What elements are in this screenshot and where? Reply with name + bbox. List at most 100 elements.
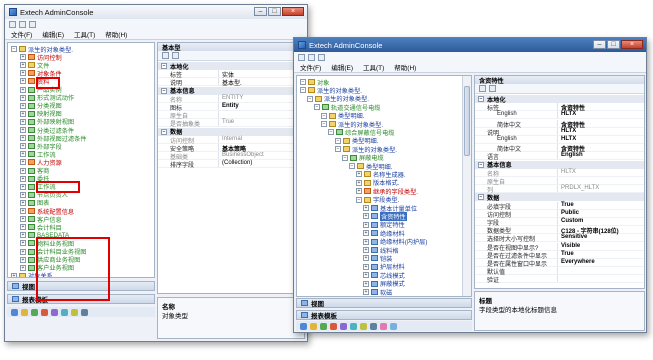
collapse-toggle-icon[interactable]: −	[478, 194, 484, 201]
tree-node[interactable]: + 含资特性	[363, 211, 407, 221]
expand-toggle-icon[interactable]: +	[20, 264, 26, 271]
expand-toggle-icon[interactable]: −	[349, 163, 355, 169]
expand-toggle-icon[interactable]: +	[20, 167, 26, 174]
expand-toggle-icon[interactable]: +	[20, 86, 26, 93]
tag-icon[interactable]	[41, 308, 48, 316]
property-value[interactable]	[557, 275, 644, 283]
expand-toggle-icon[interactable]: +	[363, 205, 369, 211]
close-button[interactable]: ×	[282, 7, 304, 16]
property-value[interactable]: 含资特性	[557, 103, 644, 112]
tree-node[interactable]: + 名称生成器.	[356, 170, 406, 179]
property-value[interactable]	[218, 111, 304, 119]
property-row[interactable]: 标签 实体	[158, 70, 304, 79]
grid-icon[interactable]	[370, 322, 377, 330]
grid-icon[interactable]	[81, 308, 88, 316]
property-value[interactable]: 含资特性	[557, 119, 644, 129]
property-row[interactable]: 访问控制 Public	[475, 209, 644, 219]
delete-icon[interactable]	[29, 20, 36, 28]
tree-node[interactable]: − 综合屏蔽信号电缆	[328, 128, 395, 137]
property-row[interactable]: 安全策略 基本策略	[158, 144, 304, 153]
expand-toggle-icon[interactable]: −	[321, 121, 327, 127]
property-row[interactable]: 数据类型 C128 - 字符串(128位)	[475, 226, 644, 235]
property-value[interactable]: BusinessObject	[218, 152, 304, 160]
tag-icon[interactable]	[330, 322, 337, 330]
property-row[interactable]: 原生自	[158, 111, 304, 120]
property-value[interactable]: HLTX	[557, 136, 644, 143]
property-grid[interactable]: 基本型 − 本地化 标签 实体 说明 基本型. − 基本信息 名称 ENTITY 图标 Entity 原…	[157, 42, 305, 294]
collapse-toggle-icon[interactable]: −	[478, 96, 484, 102]
gear-icon[interactable]	[340, 322, 347, 330]
tree-node[interactable]: − 派生的对象类型.	[335, 145, 397, 154]
property-category[interactable]: − 基本信息	[158, 86, 304, 95]
tree-node[interactable]: + 屏蔽模式	[363, 280, 405, 288]
expand-toggle-icon[interactable]: +	[20, 183, 26, 190]
property-value[interactable]: Entity	[218, 103, 304, 110]
expand-toggle-icon[interactable]: −	[335, 137, 341, 144]
expand-toggle-icon[interactable]: +	[363, 255, 369, 262]
property-row[interactable]: 图标 Entity	[158, 103, 304, 112]
tree-node[interactable]: − 轨道交通信号电缆	[314, 103, 381, 112]
view-panel-header[interactable]: 视图	[296, 298, 472, 308]
expand-toggle-icon[interactable]: +	[20, 232, 26, 239]
close-button[interactable]: ×	[621, 40, 643, 49]
expand-toggle-icon[interactable]: +	[20, 240, 26, 247]
expand-toggle-icon[interactable]: +	[20, 78, 26, 85]
property-value[interactable]: 实体	[218, 70, 304, 79]
collapse-toggle-icon[interactable]: −	[478, 161, 484, 168]
property-value[interactable]: True	[557, 250, 644, 258]
collapse-toggle-icon[interactable]: −	[161, 63, 167, 69]
property-value[interactable]: True	[218, 119, 304, 127]
expand-toggle-icon[interactable]: −	[321, 112, 327, 119]
maximize-button[interactable]: □	[268, 7, 281, 16]
tree-node[interactable]: − 派生的对象类型.	[300, 86, 362, 95]
property-category[interactable]: − 本地化	[158, 62, 304, 71]
property-value[interactable]: 基本策略	[218, 144, 304, 153]
collapse-toggle-icon[interactable]: −	[161, 87, 167, 94]
property-row[interactable]: 验证	[475, 275, 644, 284]
expand-toggle-icon[interactable]: −	[356, 196, 362, 203]
expand-toggle-icon[interactable]: −	[300, 79, 306, 85]
save-icon[interactable]	[19, 20, 26, 28]
expand-toggle-icon[interactable]: +	[20, 199, 26, 206]
tree-node[interactable]: + 芯线模式	[363, 271, 405, 280]
property-category[interactable]: − 数据	[475, 193, 644, 202]
property-value[interactable]: PRDLX_HLTX	[557, 185, 644, 193]
window-title-bar[interactable]: Extech AdminConsole – □ ×	[5, 5, 307, 19]
expand-toggle-icon[interactable]: +	[20, 102, 26, 109]
menu-help[interactable]: 帮助(H)	[394, 62, 416, 72]
expand-toggle-icon[interactable]: +	[20, 175, 26, 182]
expand-toggle-icon[interactable]: +	[363, 247, 369, 253]
check-icon[interactable]	[31, 308, 38, 316]
expand-toggle-icon[interactable]: +	[20, 94, 26, 101]
expand-toggle-icon[interactable]: −	[11, 46, 17, 52]
minimize-button[interactable]: –	[254, 7, 267, 16]
expand-toggle-icon[interactable]: +	[363, 230, 369, 237]
expand-toggle-icon[interactable]: +	[363, 238, 369, 245]
menu-tools[interactable]: 工具(T)	[363, 62, 384, 72]
expand-toggle-icon[interactable]: +	[20, 208, 26, 214]
expand-toggle-icon[interactable]: +	[20, 191, 26, 198]
check-icon[interactable]	[320, 322, 327, 330]
expand-toggle-icon[interactable]: +	[356, 188, 362, 195]
expand-toggle-icon[interactable]: +	[11, 272, 17, 277]
minimize-button[interactable]: –	[593, 40, 606, 49]
menu-edit[interactable]: 编辑(E)	[42, 29, 64, 39]
tree-node[interactable]: − 类型明细.	[335, 137, 378, 145]
expand-toggle-icon[interactable]: +	[20, 127, 26, 133]
property-row[interactable]: 字段 Custom	[475, 218, 644, 227]
tree-node[interactable]: − 字段类型.	[356, 196, 399, 204]
property-value[interactable]: C128 - 字符串(128位)	[557, 226, 644, 235]
refresh-icon[interactable]	[300, 322, 307, 330]
property-value[interactable]: True	[557, 201, 644, 209]
expand-toggle-icon[interactable]: +	[20, 110, 26, 117]
tree-node[interactable]: + 铠装	[363, 254, 392, 263]
bookmark-icon[interactable]	[380, 322, 387, 330]
tree-scrollbar-thumb[interactable]	[464, 86, 470, 156]
property-value[interactable]: HLTX	[557, 127, 644, 135]
property-row[interactable]: 访问控制 Internal	[158, 135, 304, 145]
expand-toggle-icon[interactable]: +	[363, 263, 369, 270]
collapse-toggle-icon[interactable]: −	[161, 128, 167, 135]
expand-toggle-icon[interactable]: −	[314, 104, 320, 111]
expand-toggle-icon[interactable]: +	[363, 272, 369, 279]
tree-scrollbar[interactable]	[462, 76, 471, 296]
